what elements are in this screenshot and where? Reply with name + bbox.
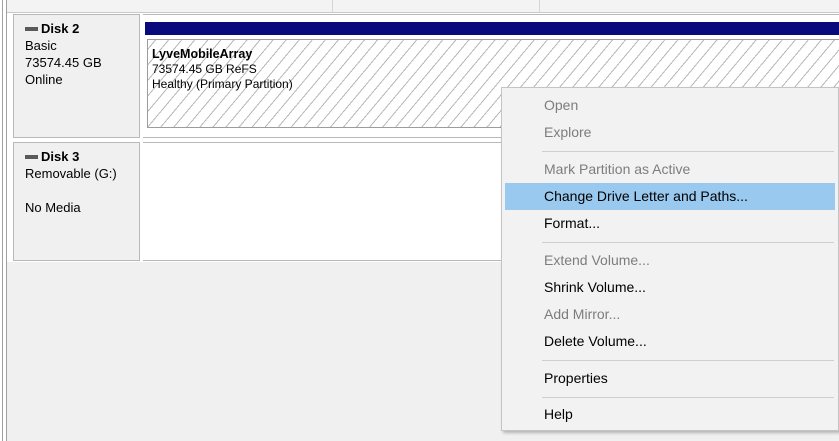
column-separator — [539, 0, 540, 12]
partition-fs: 73574.45 GB ReFS — [152, 62, 257, 76]
menu-item-explore: Explore — [544, 124, 592, 140]
menu-item-extend-volume: Extend Volume... — [544, 252, 650, 268]
disk-2-status: Online — [25, 72, 63, 87]
menu-item-mark-partition-active: Mark Partition as Active — [544, 161, 691, 177]
disk-icon — [25, 154, 38, 159]
disk-2-label[interactable]: Disk 2 Basic 73574.45 GB Online — [13, 14, 140, 138]
window-edge — [2, 0, 3, 441]
menu-item-format[interactable]: Format... — [505, 210, 835, 237]
disk-3-media: No Media — [25, 200, 81, 215]
disk-3-title: Disk 3 — [25, 148, 139, 165]
menu-item-help[interactable]: Help — [505, 401, 835, 428]
menu-item-delete-volume[interactable]: Delete Volume... — [505, 328, 835, 355]
menu-item-change-drive-letter[interactable]: Change Drive Letter and Paths... — [505, 183, 835, 210]
disk-2-title: Disk 2 — [25, 20, 139, 37]
disk-icon — [25, 26, 38, 31]
menu-item-shrink-volume[interactable]: Shrink Volume... — [505, 274, 835, 301]
menu-separator — [542, 151, 834, 152]
column-separator — [332, 0, 333, 12]
disk-2-size: 73574.45 GB — [25, 55, 102, 70]
menu-separator — [542, 242, 834, 243]
disk-2-name: Disk 2 — [41, 21, 80, 36]
context-menu: Open Explore Mark Partition as Active Ch… — [501, 87, 839, 431]
disk-3-type: Removable (G:) — [25, 166, 117, 181]
disk-3-name: Disk 3 — [41, 149, 80, 164]
disk-2-type: Basic — [25, 38, 57, 53]
disk-3-label[interactable]: Disk 3 Removable (G:) No Media — [13, 142, 140, 261]
upper-pane-strip — [7, 0, 839, 13]
menu-separator — [542, 397, 834, 398]
menu-item-add-mirror: Add Mirror... — [544, 306, 621, 322]
partition-name: LyveMobileArray — [152, 47, 253, 61]
menu-item-open: Open — [544, 97, 579, 113]
menu-separator — [542, 360, 834, 361]
volume-header-bar — [145, 22, 839, 35]
menu-item-properties[interactable]: Properties — [505, 365, 835, 392]
